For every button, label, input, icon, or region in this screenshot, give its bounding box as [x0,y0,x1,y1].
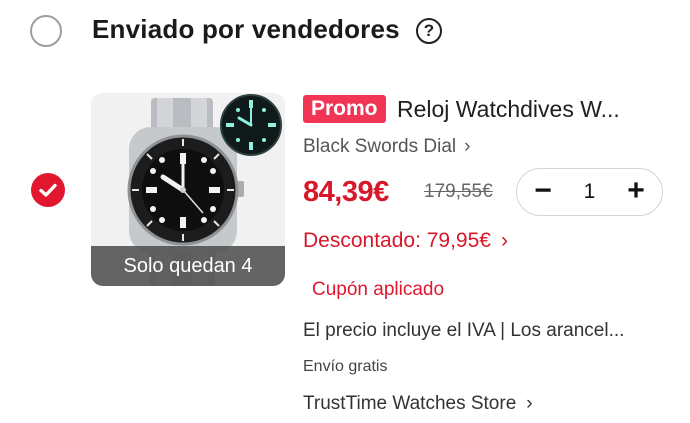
tax-note: El precio incluye el IVA | Los arancel..… [303,320,625,341]
stock-banner: Solo quedan 4 [91,246,285,286]
current-price: 84,39€ [303,176,389,208]
quantity-stepper: − 1 + [516,168,663,216]
section-title: Enviado por vendedores [92,14,400,44]
store-name: TrustTime Watches Store [303,393,517,414]
chevron-right-icon: › [464,136,471,157]
decrease-quantity-button[interactable]: − [519,169,567,214]
coupon-applied-label: Cupón aplicado [312,279,445,300]
checkmark-icon [39,183,57,197]
quantity-value: 1 [583,180,596,203]
product-thumbnail[interactable]: Solo quedan 4 [91,93,285,286]
variant-selector[interactable]: Black Swords Dial › [303,136,470,158]
item-checkbox[interactable] [31,173,65,207]
discount-link[interactable]: Descontado: 79,95€ › [303,229,508,253]
chevron-right-icon: › [526,393,533,414]
increase-quantity-button[interactable]: + [612,169,660,214]
promo-badge: Promo [303,95,386,123]
variant-label: Black Swords Dial [303,136,457,157]
product-title[interactable]: Reloj Watchdives W... [397,96,667,123]
original-price: 179,55€ [424,181,493,202]
store-link[interactable]: TrustTime Watches Store › [303,393,533,415]
chevron-right-icon: › [500,229,508,252]
help-icon[interactable]: ? [416,18,442,44]
shipping-label: Envío gratis [303,358,388,375]
discount-label: Descontado: 79,95€ [303,229,491,252]
select-all-radio[interactable] [30,15,62,47]
